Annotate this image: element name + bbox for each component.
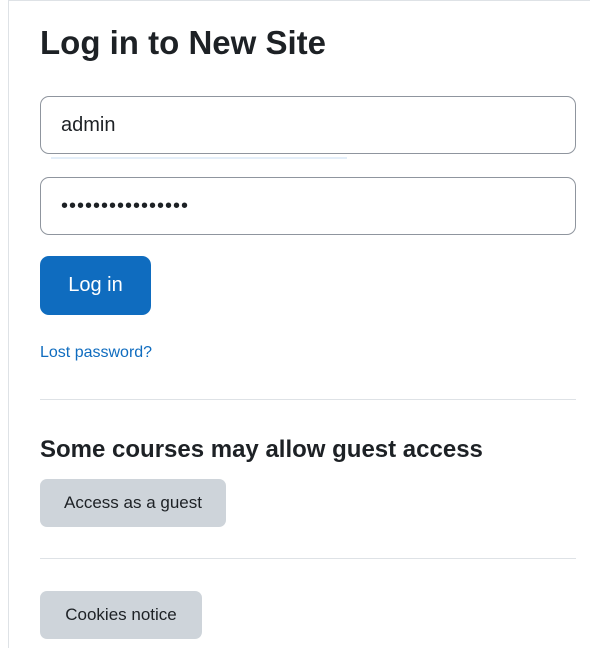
login-button[interactable]: Log in xyxy=(40,256,151,315)
login-card: Log in to New Site admin •••••••••••••••… xyxy=(8,0,590,648)
username-field[interactable]: admin xyxy=(40,96,576,154)
lost-password-link[interactable]: Lost password? xyxy=(40,343,152,363)
password-field[interactable]: •••••••••••••••• xyxy=(40,177,576,235)
page-title: Log in to New Site xyxy=(40,24,326,61)
access-as-guest-button[interactable]: Access as a guest xyxy=(40,479,226,527)
cookies-notice-button[interactable]: Cookies notice xyxy=(40,591,202,639)
autofill-indicator xyxy=(51,157,347,159)
divider xyxy=(40,558,576,559)
divider xyxy=(40,399,576,400)
guest-access-heading: Some courses may allow guest access xyxy=(40,436,483,463)
